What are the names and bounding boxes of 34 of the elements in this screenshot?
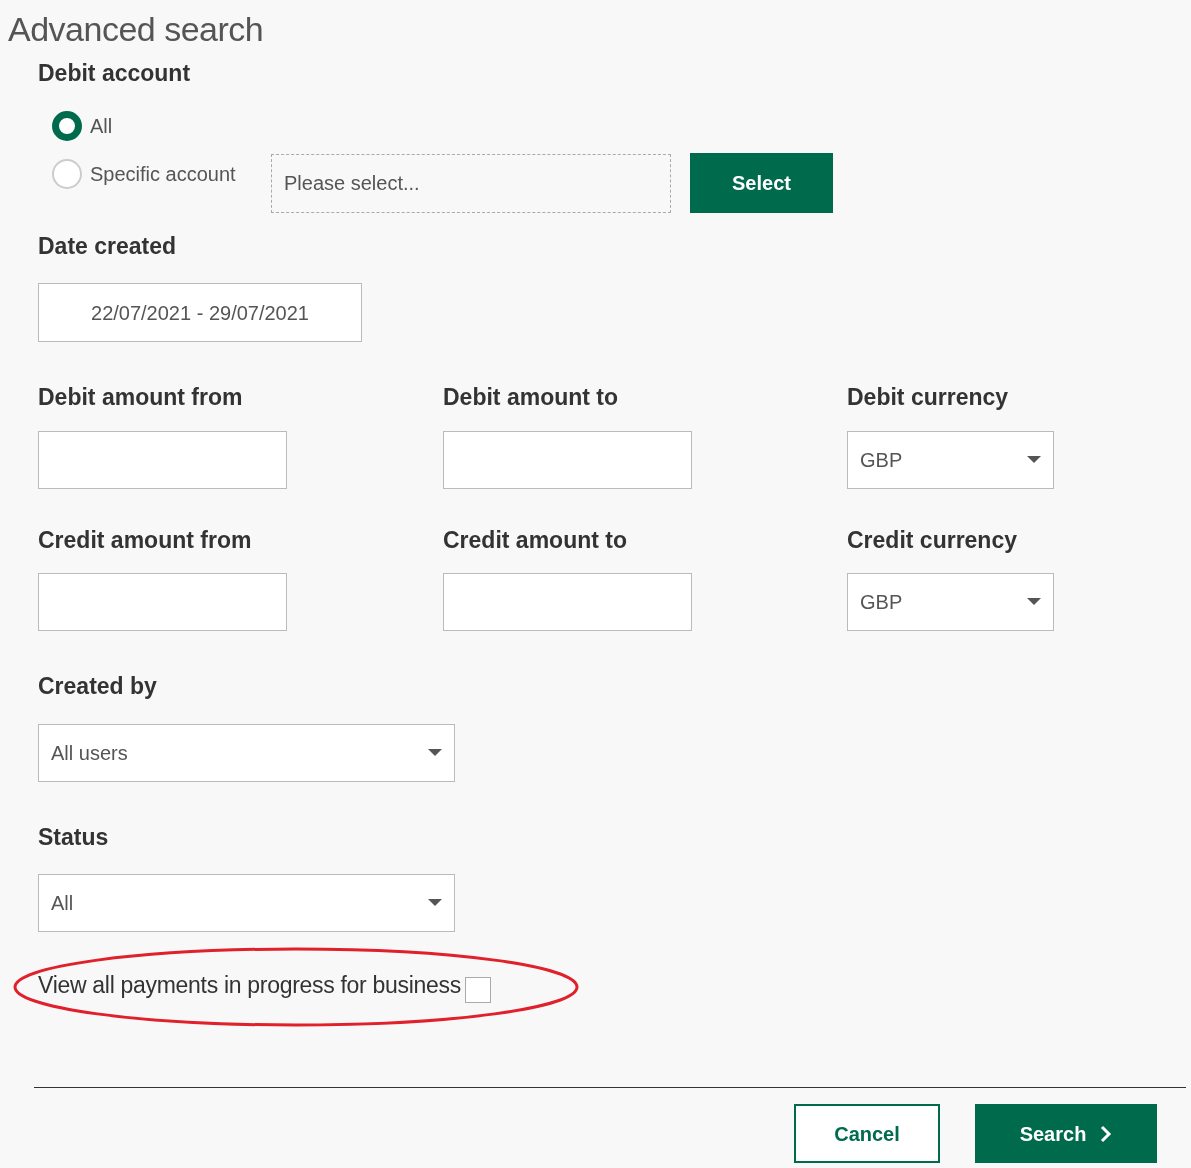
- amount-field[interactable]: [443, 573, 692, 631]
- field-label: Credit amount to: [443, 525, 628, 555]
- field-label: Debit account: [38, 59, 192, 88]
- amount-field[interactable]: [38, 430, 287, 489]
- field-label: Created by: [38, 672, 158, 701]
- radio-label: All: [90, 113, 113, 139]
- dropdown[interactable]: GBP: [847, 430, 1054, 489]
- radio-label: Specific account: [90, 161, 236, 187]
- dropdown[interactable]: All: [38, 874, 455, 932]
- dropdown-caret-icon: [428, 748, 442, 757]
- field-label: Date created: [38, 231, 178, 261]
- field-label: Debit amount to: [443, 383, 620, 412]
- dropdown-caret-icon: [428, 899, 442, 907]
- field-label: Status: [38, 822, 110, 852]
- cancel-button[interactable]: Cancel: [794, 1104, 940, 1163]
- checkbox-label: View all payments in progress for business: [38, 971, 461, 1000]
- date-range-field[interactable]: 22/07/2021 - 29/07/2021: [38, 283, 362, 342]
- field-label: Debit amount from: [38, 383, 244, 412]
- field-label: Credit amount from: [38, 525, 253, 555]
- chevron-right-icon: [1100, 1124, 1113, 1143]
- dropdown-caret-icon: [1027, 455, 1041, 464]
- radio-button[interactable]: [52, 110, 82, 141]
- dropdown[interactable]: GBP: [847, 573, 1054, 631]
- dropdown-caret-icon: [1027, 598, 1041, 606]
- page-title: Advanced search: [8, 9, 264, 50]
- search-button[interactable]: Search: [975, 1104, 1157, 1163]
- field-label: Debit currency: [847, 383, 1010, 412]
- field-label: Credit currency: [847, 525, 1018, 555]
- dropdown[interactable]: All users: [38, 723, 455, 782]
- checkbox[interactable]: [464, 976, 491, 1003]
- select-button[interactable]: Select: [690, 153, 833, 213]
- amount-field[interactable]: [38, 573, 287, 631]
- amount-field[interactable]: [443, 430, 692, 489]
- account-field[interactable]: Please select...: [271, 153, 671, 213]
